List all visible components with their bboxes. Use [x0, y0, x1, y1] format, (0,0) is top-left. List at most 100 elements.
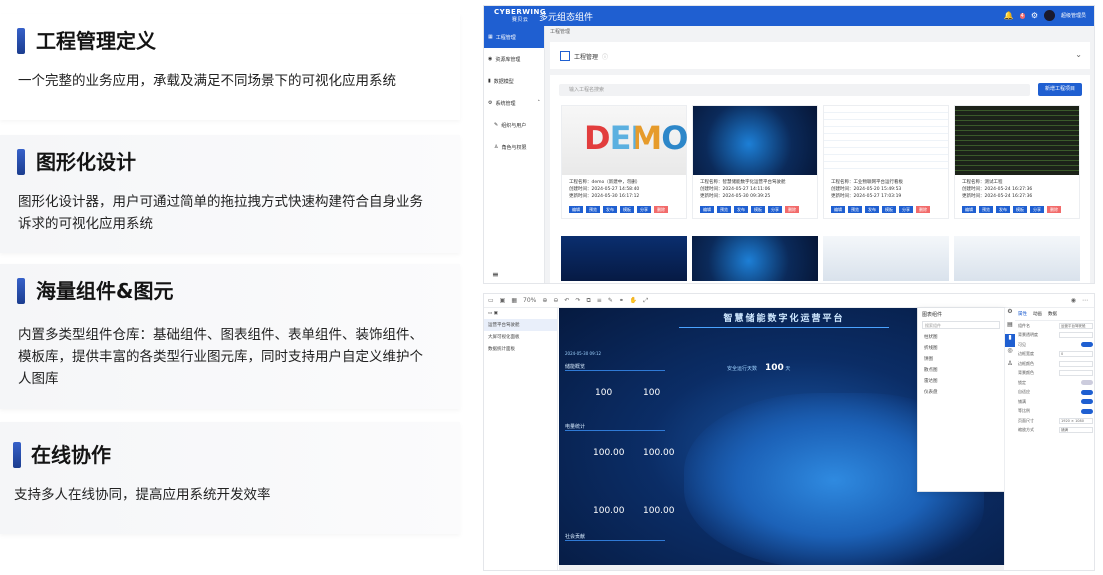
gear-icon[interactable]: ⚙: [1005, 308, 1015, 321]
color-input[interactable]: [1059, 360, 1093, 367]
link-icon[interactable]: ⚭: [619, 297, 624, 304]
publish-button[interactable]: 发布: [996, 206, 1010, 213]
search-input[interactable]: 输入工程名搜索: [559, 84, 1030, 96]
align-icon[interactable]: ≡: [597, 297, 602, 304]
tab-animation[interactable]: 动画: [1033, 311, 1042, 317]
accent-bar: [17, 28, 25, 54]
publish-button[interactable]: 发布: [603, 206, 617, 213]
hand-icon[interactable]: ✋: [630, 297, 637, 304]
delete-button[interactable]: 删除: [1047, 206, 1061, 213]
toggle-switch[interactable]: [1081, 389, 1093, 395]
prop-input[interactable]: 1920 × 1080: [1059, 417, 1093, 424]
component-group[interactable]: 饼图: [918, 351, 1004, 362]
sidebar-item-org[interactable]: ✎ 组织与用户: [484, 114, 544, 136]
edit-button[interactable]: 编辑: [569, 206, 583, 213]
tree-item[interactable]: 大屏可视化面板: [484, 331, 557, 343]
tree-item[interactable]: 运营平台驾驶舱: [484, 319, 557, 331]
preview-button[interactable]: 预览: [979, 206, 993, 213]
prop-label: 组件名: [1018, 322, 1030, 328]
component-group[interactable]: 折线图: [918, 340, 1004, 351]
more-icon[interactable]: ⋯: [1082, 297, 1088, 304]
chart-icon[interactable]: ▮: [1005, 334, 1015, 347]
project-thumbnail[interactable]: [823, 236, 949, 281]
component-group[interactable]: 散点图: [918, 362, 1004, 373]
eye-icon[interactable]: ◉: [1071, 297, 1076, 304]
new-project-button[interactable]: 新增工程项目: [1038, 83, 1082, 96]
tab-data[interactable]: 数据: [1048, 311, 1057, 317]
share-button[interactable]: 分享: [899, 206, 913, 213]
share-button[interactable]: 分享: [768, 206, 782, 213]
toggle-switch[interactable]: [1081, 380, 1093, 386]
sidebar-item-label: 角色与权限: [501, 144, 527, 151]
preview-button[interactable]: 预览: [717, 206, 731, 213]
sidebar-item-roles[interactable]: ♙ 角色与权限: [484, 136, 544, 158]
project-card[interactable]: 工程名称：智慧储能数字化运营平台驾驶舱 创建时间：2024-05-27 14:1…: [692, 105, 818, 219]
delete-button[interactable]: 删除: [916, 206, 930, 213]
share-button[interactable]: 分享: [637, 206, 651, 213]
project-card[interactable]: 工程名称：测试工程 创建时间：2024-05-24 16:27:36 更新时间：…: [954, 105, 1080, 219]
pen-icon[interactable]: ✎: [608, 297, 613, 304]
redo-icon[interactable]: ↷: [575, 297, 580, 304]
sidebar-item-model[interactable]: ▮ 数据模型: [484, 70, 544, 92]
color-input[interactable]: [1059, 370, 1093, 377]
sidebar-item-resource[interactable]: ◉ 资源库管理: [484, 48, 544, 70]
project-thumbnail[interactable]: [561, 236, 687, 281]
prop-input[interactable]: 运营平台驾驶舱: [1059, 322, 1093, 329]
edit-button[interactable]: 编辑: [831, 206, 845, 213]
edit-button[interactable]: 编辑: [700, 206, 714, 213]
zoom-out-icon[interactable]: ⊖: [553, 297, 558, 304]
sidebar: ▦ 工程管理 ◉ 资源库管理 ▮ 数据模型 ⚙ 系统管理 ˄ ✎ 组织与用户 ♙ 角色与权限 …: [484, 26, 545, 283]
share-button[interactable]: 分享: [1030, 206, 1044, 213]
menu-icon[interactable]: ≡: [492, 270, 499, 279]
layers-icon[interactable]: ▤: [1005, 321, 1015, 334]
component-group[interactable]: 雷达图: [918, 373, 1004, 384]
project-card[interactable]: 工程名称：工业物联网平台运行看板 创建时间：2024-05-20 15:49:5…: [823, 105, 949, 219]
save-icon[interactable]: ▣: [500, 297, 506, 304]
zoom-level[interactable]: 70%: [523, 297, 536, 304]
user-name[interactable]: 超级管理员: [1061, 12, 1086, 19]
demo-text: DEMO: [584, 119, 688, 157]
component-group[interactable]: 仪表盘: [918, 384, 1004, 395]
expand-icon[interactable]: ⤢: [643, 297, 648, 305]
delete-button[interactable]: 删除: [654, 206, 668, 213]
prop-select[interactable]: 铺满: [1059, 427, 1093, 434]
publish-button[interactable]: 发布: [734, 206, 748, 213]
preview-button[interactable]: 预览: [586, 206, 600, 213]
sidebar-item-system[interactable]: ⚙ 系统管理 ˄: [484, 92, 544, 114]
edit-button[interactable]: 编辑: [962, 206, 976, 213]
toggle-switch[interactable]: [1081, 342, 1093, 348]
prop-input[interactable]: [1059, 332, 1093, 339]
toggle-switch[interactable]: [1081, 399, 1093, 405]
undo-icon[interactable]: ↶: [564, 297, 569, 304]
settings-icon[interactable]: ⚙: [1031, 11, 1038, 20]
bell-icon[interactable]: 🔔: [1004, 11, 1014, 20]
template-button[interactable]: 模板: [1013, 206, 1027, 213]
project-card[interactable]: DEMO 工程名称：demo（新建中，勿删） 创建时间：2024-05-27 1…: [561, 105, 688, 219]
prop-input[interactable]: 0: [1059, 351, 1093, 358]
avatar[interactable]: [1043, 10, 1055, 21]
tab-properties[interactable]: 属性: [1018, 311, 1027, 317]
project-thumbnail[interactable]: [954, 236, 1080, 281]
shape-icon[interactable]: ◎: [1005, 347, 1015, 360]
toggle-switch[interactable]: [1081, 408, 1093, 414]
publish-button[interactable]: 发布: [865, 206, 879, 213]
template-button[interactable]: 模板: [751, 206, 765, 213]
copy-icon[interactable]: ⧉: [586, 297, 590, 305]
project-thumbnail[interactable]: [692, 236, 818, 281]
component-search-input[interactable]: 搜索组件: [922, 321, 1000, 329]
template-button[interactable]: 模板: [620, 206, 634, 213]
zoom-in-icon[interactable]: ⊕: [542, 297, 547, 304]
grid-icon[interactable]: ▦: [511, 297, 517, 304]
chevron-down-icon[interactable]: ⌄: [1075, 50, 1082, 59]
template-button[interactable]: 模板: [882, 206, 896, 213]
horizontal-scrollbar[interactable]: [559, 565, 1004, 570]
delete-button[interactable]: 删除: [785, 206, 799, 213]
project-list-panel: 输入工程名搜索 新增工程项目 DEMO 工程名称：demo（新建中，勿删） 创建…: [550, 75, 1090, 283]
folder-icon[interactable]: ▭: [488, 297, 494, 304]
user-icon[interactable]: ♙: [1005, 360, 1015, 373]
preview-button[interactable]: 预览: [848, 206, 862, 213]
component-group[interactable]: 柱状图: [918, 329, 1004, 340]
sidebar-item-project[interactable]: ▦ 工程管理: [484, 26, 544, 48]
user-icon: ♙: [494, 144, 499, 150]
tree-item[interactable]: 数据统计面板: [484, 343, 557, 355]
